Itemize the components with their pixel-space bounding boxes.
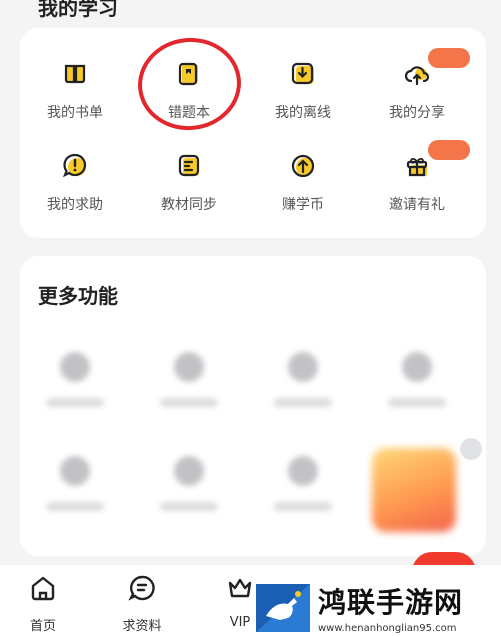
blurred-function-item[interactable] [246, 352, 360, 407]
function-label-placeholder [160, 502, 218, 511]
function-icon [60, 456, 90, 486]
textbook-sync-label: 教材同步 [161, 197, 217, 213]
my-help-item[interactable]: 我的求助 [18, 150, 132, 214]
promo-floating-banner[interactable] [372, 448, 456, 532]
new-badge [428, 48, 470, 68]
crown-icon [225, 573, 255, 607]
function-label-placeholder [160, 398, 218, 407]
my-share-item[interactable]: 我的分享 [360, 48, 474, 122]
blurred-function-item[interactable] [246, 456, 360, 511]
tab-home-label: 首页 [29, 619, 56, 634]
function-label-placeholder [46, 398, 104, 407]
invite-gift-item[interactable]: 邀请有礼 [360, 140, 474, 214]
tab-request-materials[interactable]: 求资料 [112, 573, 172, 634]
search-bubble-icon [127, 573, 157, 607]
blurred-function-item[interactable] [132, 352, 246, 407]
gift-icon [401, 150, 433, 182]
book-icon [59, 58, 91, 90]
upload-cloud-icon [401, 58, 433, 90]
my-booklist-item[interactable]: 我的书单 [18, 58, 132, 122]
blurred-function-item[interactable] [360, 352, 474, 407]
watermark-logo [254, 582, 312, 634]
function-icon [174, 456, 204, 486]
coin-arrow-icon [287, 150, 319, 182]
textbook-icon [173, 150, 205, 182]
alert-bubble-icon [59, 150, 91, 182]
earn-coins-item[interactable]: 赚学币 [246, 150, 360, 214]
watermark-title: 鸿联手游网 [318, 586, 464, 619]
tab-request-materials-label: 求资料 [122, 619, 162, 634]
site-watermark: 鸿联手游网 www.henanhonglian95.com [252, 578, 501, 637]
my-study-card: 我的书单 错题本 我的离线 我的分享 我的求助 教材同步 赚学币 邀请有礼 [20, 28, 486, 238]
tab-vip-label: VIP [229, 615, 251, 630]
watermark-url: www.henanhonglian95.com [318, 623, 457, 634]
my-share-label: 我的分享 [389, 105, 445, 121]
function-icon [60, 352, 90, 382]
gift-badge [428, 140, 470, 160]
function-label-placeholder [46, 502, 104, 511]
my-help-label: 我的求助 [47, 197, 103, 213]
earn-coins-label: 赚学币 [282, 197, 324, 213]
home-icon [28, 573, 58, 607]
more-functions-title: 更多功能 [38, 284, 118, 308]
blurred-function-item[interactable] [132, 456, 246, 511]
floating-handle[interactable] [460, 438, 482, 460]
my-offline-item[interactable]: 我的离线 [246, 58, 360, 122]
function-icon [288, 456, 318, 486]
function-icon [288, 352, 318, 382]
function-label-placeholder [274, 502, 332, 511]
function-label-placeholder [388, 398, 446, 407]
invite-gift-label: 邀请有礼 [389, 197, 445, 213]
my-study-title: 我的学习 [38, 0, 118, 20]
my-offline-label: 我的离线 [275, 105, 331, 121]
download-icon [287, 58, 319, 90]
blurred-function-item[interactable] [18, 456, 132, 511]
my-booklist-label: 我的书单 [47, 105, 103, 121]
function-icon [174, 352, 204, 382]
textbook-sync-item[interactable]: 教材同步 [132, 150, 246, 214]
tab-home[interactable]: 首页 [13, 573, 73, 634]
function-label-placeholder [274, 398, 332, 407]
blurred-function-item[interactable] [18, 352, 132, 407]
function-icon [402, 352, 432, 382]
